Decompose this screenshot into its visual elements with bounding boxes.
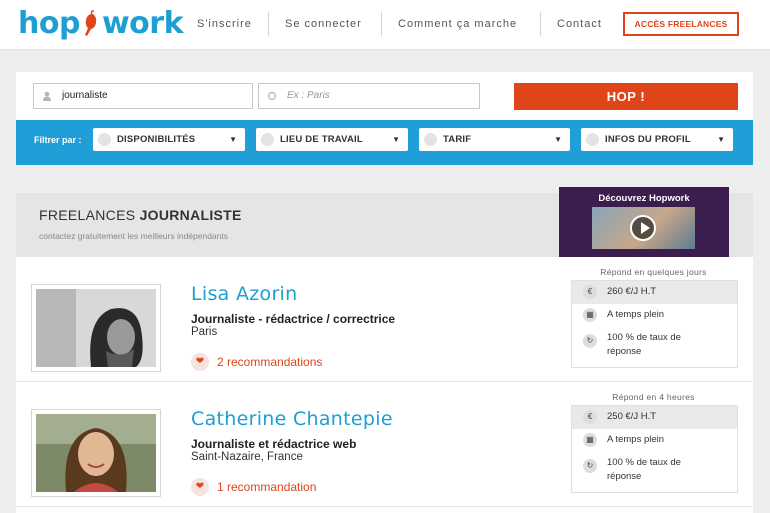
nav-contact[interactable]: Contact <box>557 12 602 36</box>
nav-divider <box>381 12 382 36</box>
chevron-down-icon: ▼ <box>554 135 562 144</box>
daily-rate: 260 €/J H.T <box>607 286 657 297</box>
results-title-prefix: FREELANCES <box>39 207 136 223</box>
video-thumbnail[interactable] <box>592 207 695 249</box>
nav-login[interactable]: Se connecter <box>285 12 362 36</box>
response-rate-line2: réponse <box>607 471 642 482</box>
freelancer-name[interactable]: Catherine Chantepie <box>191 408 393 430</box>
response-time: Répond en 4 heures <box>612 392 695 402</box>
filter-workplace-dropdown[interactable]: LIEU DE TRAVAIL ▼ <box>256 128 408 151</box>
nav-signup[interactable]: S'inscrire <box>197 12 252 36</box>
search-panel: journaliste Ex : Paris HOP ! Filtrer par… <box>16 72 753 165</box>
freelancer-stats-box: € 260 €/J H.T ▦ A temps plein ↻ 100 % de… <box>571 280 738 368</box>
rate-row: € 250 €/J H.T <box>572 406 737 429</box>
search-submit-button[interactable]: HOP ! <box>514 83 738 110</box>
money-icon: € <box>583 285 597 299</box>
recommendations-link[interactable]: ❤ 1 recommandation <box>191 478 316 496</box>
wallet-icon <box>424 133 437 146</box>
clock-icon <box>98 133 111 146</box>
availability: A temps plein <box>607 309 665 320</box>
freelancer-location: Paris <box>191 326 218 338</box>
nav-how-it-works[interactable]: Comment ça marche <box>398 12 517 36</box>
response-rate-line1: 100 % de taux de <box>607 332 681 343</box>
freelancer-job-title: Journaliste - rédactrice / correctrice <box>191 312 396 326</box>
freelancer-card[interactable]: Catherine Chantepie Journaliste et rédac… <box>16 382 753 507</box>
portrait-image <box>36 289 156 367</box>
filter-availability-label: DISPONIBILITÉS <box>117 134 196 145</box>
filter-workplace-label: LIEU DE TRAVAIL <box>280 134 363 145</box>
profile-photo[interactable] <box>31 284 161 372</box>
hopwork-logo[interactable]: hop work <box>18 6 184 41</box>
chevron-down-icon: ▼ <box>392 135 400 144</box>
nav-divider <box>268 12 269 36</box>
filter-profile-label: INFOS DU PROFIL <box>605 134 691 145</box>
keyword-search-input[interactable]: journaliste <box>33 83 253 109</box>
response-time: Répond en quelques jours <box>600 267 707 277</box>
freelancer-job-title: Journaliste et rédactrice web <box>191 437 357 451</box>
results-title-keyword: JOURNALISTE <box>139 207 242 223</box>
profile-photo[interactable] <box>31 409 161 497</box>
calendar-icon: ▦ <box>583 308 597 322</box>
play-icon[interactable] <box>630 215 656 241</box>
money-icon: € <box>583 410 597 424</box>
nav-divider <box>540 12 541 36</box>
location-pin-icon <box>267 91 277 101</box>
pencil-icon <box>586 133 599 146</box>
response-rate-line2: réponse <box>607 346 642 357</box>
results-section: FREELANCES JOURNALISTE contactez gratuit… <box>16 187 753 513</box>
kangaroo-icon <box>84 10 97 36</box>
freelancer-location: Saint-Nazaire, France <box>191 451 303 463</box>
freelance-access-button[interactable]: ACCÈS FREELANCES <box>623 12 739 36</box>
calendar-icon: ▦ <box>583 433 597 447</box>
recommendations-count: 2 recommandations <box>217 355 323 369</box>
results-header: FREELANCES JOURNALISTE contactez gratuit… <box>16 187 753 259</box>
response-rate-line1: 100 % de taux de <box>607 457 681 468</box>
recommendations-count: 1 recommandation <box>217 480 317 494</box>
heart-icon: ❤ <box>191 478 209 496</box>
filter-rate-dropdown[interactable]: TARIF ▼ <box>419 128 570 151</box>
site-header: hop work S'inscrire Se connecter Comment… <box>0 0 770 50</box>
freelancer-name[interactable]: Lisa Azorin <box>191 283 297 305</box>
filter-label: Filtrer par : <box>34 135 82 145</box>
availability: A temps plein <box>607 434 665 445</box>
filter-profile-dropdown[interactable]: INFOS DU PROFIL ▼ <box>581 128 733 151</box>
daily-rate: 250 €/J H.T <box>607 411 657 422</box>
location-placeholder: Ex : Paris <box>287 90 330 101</box>
freelancer-stats-box: € 250 €/J H.T ▦ A temps plein ↻ 100 % de… <box>571 405 738 493</box>
logo-text-left: hop <box>18 6 80 41</box>
chevron-down-icon: ▼ <box>717 135 725 144</box>
refresh-icon: ↻ <box>583 334 597 348</box>
keyword-value: journaliste <box>62 90 108 101</box>
filter-rate-label: TARIF <box>443 134 472 145</box>
video-title: Découvrez Hopwork <box>598 193 690 204</box>
results-subtitle: contactez gratuitement les meilleurs ind… <box>39 231 228 241</box>
heart-icon: ❤ <box>191 353 209 371</box>
location-input[interactable]: Ex : Paris <box>258 83 480 109</box>
portrait-image <box>36 414 156 492</box>
chevron-down-icon: ▼ <box>229 135 237 144</box>
filter-bar: Filtrer par : DISPONIBILITÉS ▼ LIEU DE T… <box>16 120 753 165</box>
location-pin-icon <box>261 133 274 146</box>
rate-row: € 260 €/J H.T <box>572 281 737 304</box>
discover-video-card[interactable]: Découvrez Hopwork <box>559 187 729 259</box>
recommendations-link[interactable]: ❤ 2 recommandations <box>191 353 322 371</box>
logo-text-right: work <box>101 6 184 41</box>
freelancer-card[interactable]: Lisa Azorin Journaliste - rédactrice / c… <box>16 257 753 382</box>
user-icon <box>42 91 52 101</box>
refresh-icon: ↻ <box>583 459 597 473</box>
filter-availability-dropdown[interactable]: DISPONIBILITÉS ▼ <box>93 128 245 151</box>
results-title: FREELANCES JOURNALISTE <box>39 207 242 223</box>
